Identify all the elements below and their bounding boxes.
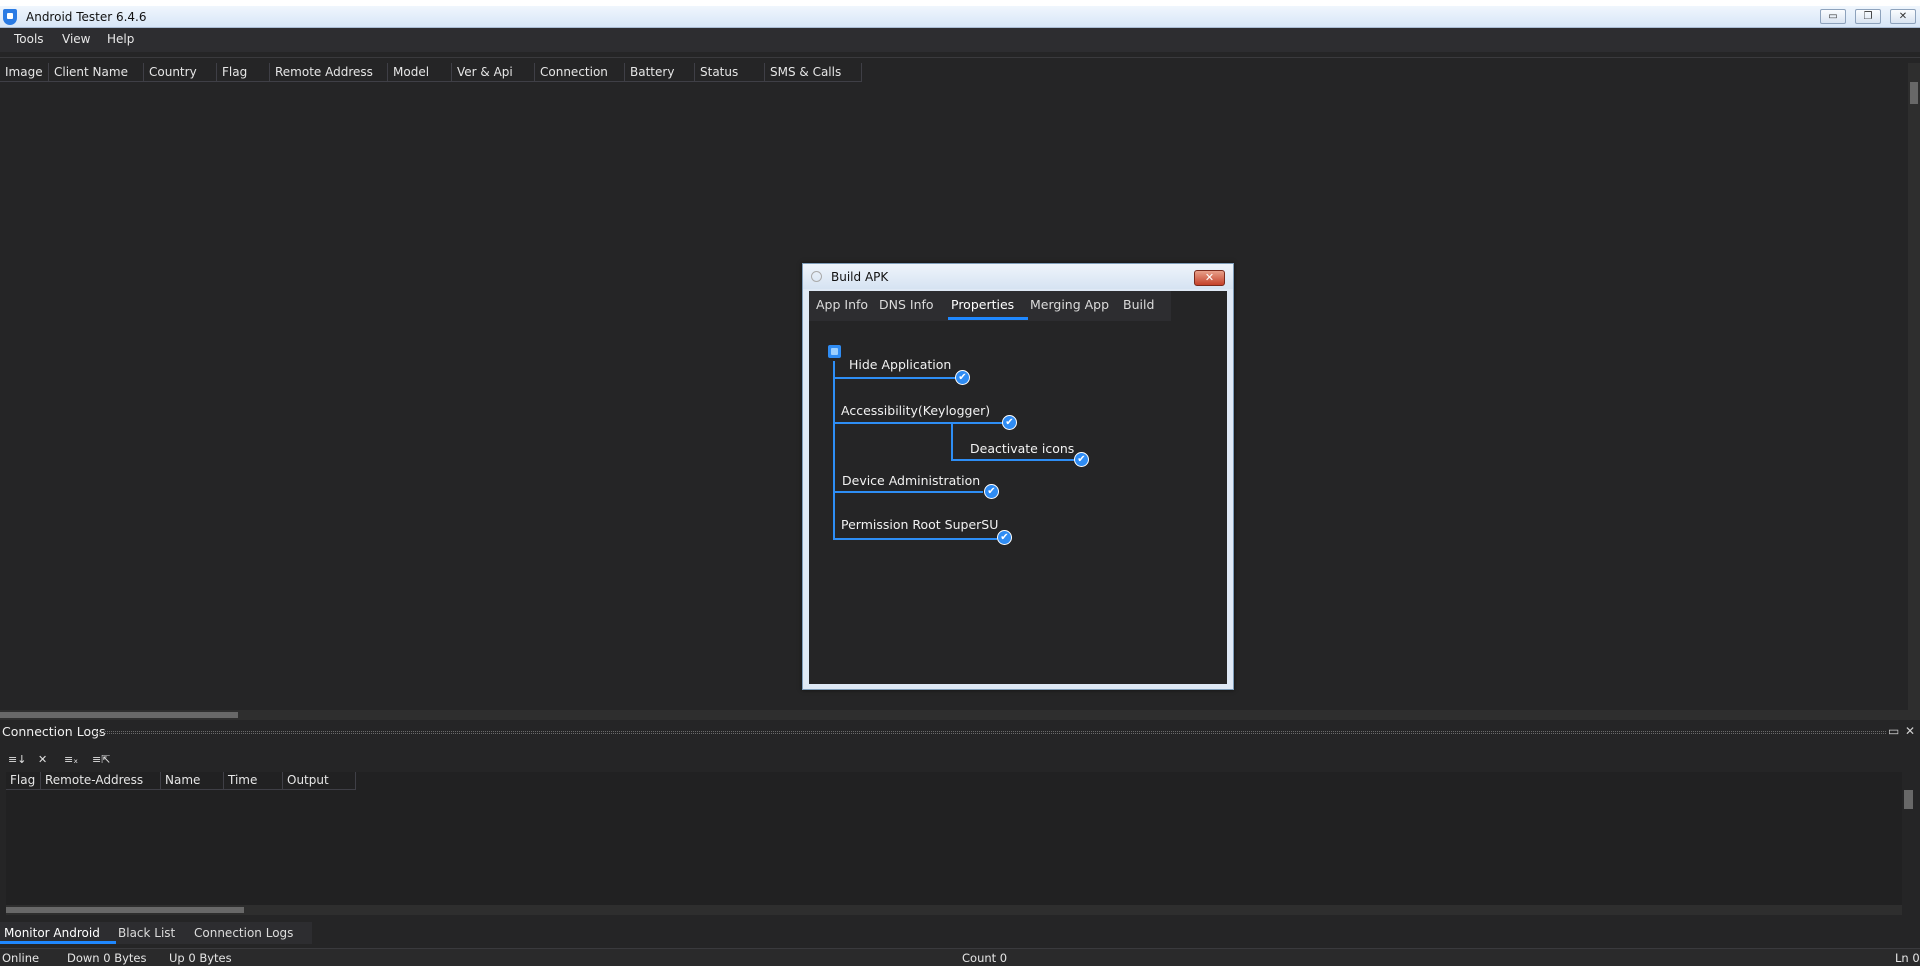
property-label-permission-root: Permission Root SuperSU bbox=[841, 517, 999, 532]
shield-icon bbox=[3, 9, 17, 25]
check-icon[interactable]: ✔ bbox=[1002, 415, 1017, 430]
bottom-tabs: Monitor Android Black List Connection Lo… bbox=[0, 922, 312, 944]
property-label-accessibility: Accessibility(Keylogger) bbox=[841, 403, 991, 418]
column-flag[interactable]: Flag bbox=[217, 63, 270, 82]
panel-close-icon[interactable]: ✕ bbox=[1905, 724, 1915, 738]
status-up: Up 0 Bytes bbox=[169, 951, 232, 965]
column-battery[interactable]: Battery bbox=[625, 63, 695, 82]
active-bottom-tab-indicator bbox=[0, 941, 116, 944]
tree-branch-line bbox=[833, 422, 1007, 424]
log-column-time[interactable]: Time bbox=[224, 772, 283, 790]
window-titlebar[interactable]: Android Tester 6.4.6 ▭ ❐ ✕ bbox=[0, 6, 1920, 28]
tab-build[interactable]: Build bbox=[1123, 297, 1154, 312]
column-image[interactable]: Image bbox=[0, 63, 49, 82]
log-column-output[interactable]: Output bbox=[283, 772, 356, 790]
column-remote-address[interactable]: Remote Address bbox=[270, 63, 388, 82]
tab-app-info[interactable]: App Info bbox=[816, 297, 868, 312]
tree-branch-line bbox=[833, 377, 961, 379]
export-icon[interactable]: ≡⇱ bbox=[92, 753, 110, 767]
dialog-titlebar[interactable]: Build APK ✕ bbox=[803, 264, 1233, 289]
tab-black-list[interactable]: Black List bbox=[118, 926, 175, 940]
property-label-deactivate-icons: Deactivate icons bbox=[970, 441, 1075, 456]
client-grid-vscroll[interactable] bbox=[1908, 63, 1920, 711]
tree-branch-line bbox=[833, 538, 997, 540]
clear-icon[interactable]: ✕ bbox=[38, 753, 54, 767]
status-ln: Ln 0 bbox=[1895, 951, 1920, 965]
check-icon[interactable]: ✔ bbox=[997, 530, 1012, 545]
dialog-title: Build APK bbox=[831, 270, 889, 284]
logs-grid-header: Flag Remote-Address Name Time Output bbox=[6, 772, 356, 790]
tab-merging-app[interactable]: Merging App bbox=[1030, 297, 1109, 312]
client-grid-hscroll[interactable] bbox=[0, 710, 1920, 720]
log-column-name[interactable]: Name bbox=[161, 772, 224, 790]
column-status[interactable]: Status bbox=[695, 63, 765, 82]
column-sms-calls[interactable]: SMS & Calls bbox=[765, 63, 862, 82]
dialog-body: App Info DNS Info Properties Merging App… bbox=[809, 291, 1227, 684]
tab-dns-info[interactable]: DNS Info bbox=[879, 297, 934, 312]
tab-connection-logs[interactable]: Connection Logs bbox=[194, 926, 293, 940]
logs-hscroll[interactable] bbox=[6, 905, 1902, 915]
build-apk-dialog: Build APK ✕ App Info DNS Info Properties… bbox=[802, 263, 1234, 690]
status-bar: Online Down 0 Bytes Up 0 Bytes Count 0 L… bbox=[0, 948, 1920, 966]
panel-maximize-icon[interactable]: ▭ bbox=[1888, 724, 1899, 738]
client-grid-header: Image Client Name Country Flag Remote Ad… bbox=[0, 63, 862, 82]
client-grid-hscroll-thumb[interactable] bbox=[0, 712, 238, 718]
client-grid-vscroll-thumb[interactable] bbox=[1910, 82, 1918, 104]
connection-logs-title: Connection Logs bbox=[2, 724, 106, 739]
check-icon[interactable]: ✔ bbox=[955, 370, 970, 385]
column-country[interactable]: Country bbox=[144, 63, 217, 82]
window-title: Android Tester 6.4.6 bbox=[26, 10, 147, 24]
column-ver-api[interactable]: Ver & Api bbox=[452, 63, 535, 82]
minimize-button[interactable]: ▭ bbox=[1820, 9, 1846, 24]
check-icon[interactable]: ✔ bbox=[984, 484, 999, 499]
logs-toolbar: ≡↓ ✕ ≡ₓ ≡⇱ bbox=[0, 750, 1920, 770]
logs-vscroll-thumb[interactable] bbox=[1904, 790, 1913, 809]
menu-help[interactable]: Help bbox=[107, 32, 134, 46]
logs-grid-body[interactable] bbox=[6, 772, 1902, 907]
dialog-tabs: App Info DNS Info Properties Merging App… bbox=[809, 291, 1171, 321]
column-model[interactable]: Model bbox=[388, 63, 452, 82]
cube-icon bbox=[828, 345, 841, 358]
dialog-icon bbox=[811, 271, 822, 282]
tree-trunk-line bbox=[833, 361, 835, 540]
logs-hscroll-thumb[interactable] bbox=[6, 907, 244, 913]
column-client-name[interactable]: Client Name bbox=[49, 63, 144, 82]
tree-branch-line bbox=[833, 491, 983, 493]
menu-bar: Tools View Help bbox=[0, 28, 1920, 52]
status-count: Count 0 bbox=[962, 951, 1008, 965]
check-icon[interactable]: ✔ bbox=[1074, 452, 1089, 467]
property-label-device-administration: Device Administration bbox=[842, 473, 981, 488]
status-online: Online bbox=[2, 951, 40, 965]
dialog-close-button[interactable]: ✕ bbox=[1194, 270, 1225, 286]
menu-view[interactable]: View bbox=[62, 32, 90, 46]
restore-button[interactable]: ❐ bbox=[1855, 9, 1881, 24]
status-down: Down 0 Bytes bbox=[67, 951, 147, 965]
filter-clear-icon[interactable]: ≡ₓ bbox=[64, 753, 80, 767]
active-tab-indicator bbox=[948, 317, 1028, 320]
tab-properties[interactable]: Properties bbox=[951, 297, 1014, 312]
property-label-hide-application: Hide Application bbox=[849, 357, 952, 372]
tree-sub-trunk-line bbox=[951, 422, 953, 460]
log-column-flag[interactable]: Flag bbox=[6, 772, 41, 790]
menu-divider bbox=[0, 57, 1920, 58]
column-connection[interactable]: Connection bbox=[535, 63, 625, 82]
tree-branch-line bbox=[951, 459, 1081, 461]
sort-icon[interactable]: ≡↓ bbox=[8, 753, 26, 767]
panel-drag-grip[interactable] bbox=[96, 731, 1886, 734]
connection-logs-header: Connection Logs ▭ ✕ bbox=[0, 723, 1920, 741]
tab-monitor-android[interactable]: Monitor Android bbox=[4, 926, 100, 940]
menu-tools[interactable]: Tools bbox=[14, 32, 44, 46]
log-column-remote-address[interactable]: Remote-Address bbox=[41, 772, 161, 790]
close-button[interactable]: ✕ bbox=[1890, 9, 1916, 24]
